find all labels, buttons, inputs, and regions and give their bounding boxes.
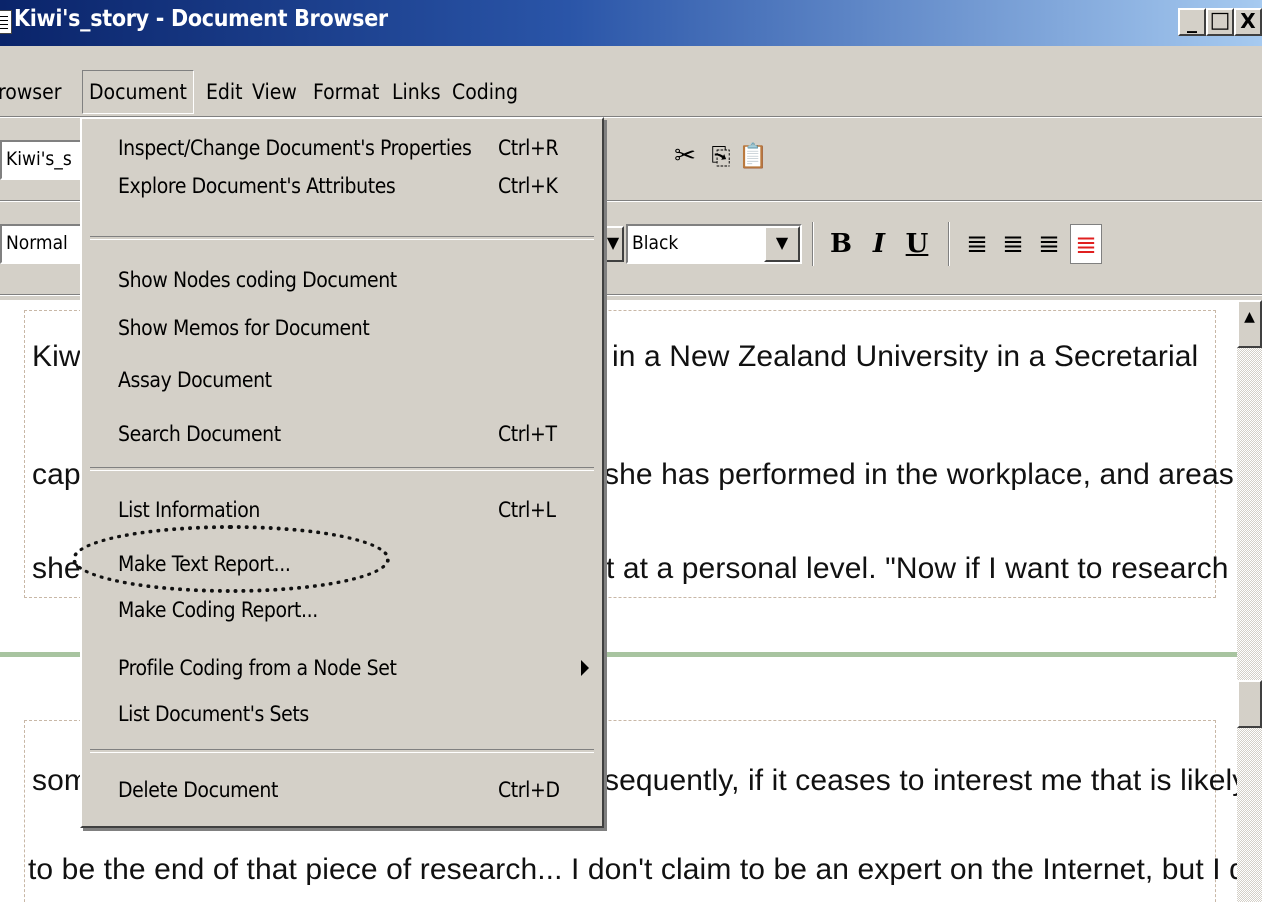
menu-item-label: Explore Document's Attributes: [118, 174, 396, 198]
vertical-scrollbar[interactable]: ▲: [1237, 300, 1262, 902]
menu-item-shortcut: Ctrl+K: [498, 174, 558, 198]
menu-item-shortcut: Ctrl+R: [498, 136, 559, 160]
paste-icon[interactable]: 📋: [738, 136, 768, 176]
minimize-button[interactable]: _: [1178, 8, 1206, 36]
toolbar-separator-2: [948, 222, 950, 266]
text-line: she has performed in the workplace, and …: [604, 458, 1234, 491]
menu-item-shortcut: Ctrl+T: [498, 422, 557, 446]
menu-item-label: Assay Document: [118, 368, 272, 392]
underline-button[interactable]: U: [902, 224, 932, 264]
title-bar[interactable]: Kiwi's_story - Document Browser _ □ X: [0, 0, 1262, 46]
close-button[interactable]: X: [1234, 8, 1262, 36]
menu-coding[interactable]: Coding: [452, 70, 518, 114]
menu-edit[interactable]: Edit: [206, 70, 243, 114]
menu-format[interactable]: Format: [313, 70, 379, 114]
align-center-icon[interactable]: ≣: [998, 224, 1028, 264]
menu-item-shortcut: Ctrl+L: [498, 498, 556, 522]
menu-item-shortcut: Ctrl+D: [498, 778, 560, 802]
menu-separator: [90, 467, 594, 471]
align-left-icon[interactable]: ≣: [962, 224, 992, 264]
menu-item-label: Show Memos for Document: [118, 316, 370, 340]
text-line: t at a personal level. "Now if I want to…: [606, 552, 1229, 585]
menu-view[interactable]: View: [252, 70, 297, 114]
menu-item-label: Delete Document: [118, 778, 278, 802]
scroll-up-icon[interactable]: ▲: [1237, 300, 1262, 348]
menu-item-profile-coding[interactable]: Profile Coding from a Node Set: [118, 651, 589, 685]
font-combo-arrow[interactable]: ▼: [602, 226, 624, 262]
menu-item-list-sets[interactable]: List Document's Sets: [118, 697, 588, 731]
menu-document[interactable]: Document: [82, 70, 194, 114]
menu-item-label: Profile Coding from a Node Set: [118, 656, 397, 680]
menu-item-label: Search Document: [118, 422, 281, 446]
menu-item-show-memos[interactable]: Show Memos for Document: [118, 311, 588, 345]
italic-button[interactable]: I: [864, 224, 894, 264]
text-line: sequently, if it ceases to interest me t…: [604, 764, 1237, 797]
highlight-ellipse: [72, 525, 390, 593]
text-line: to be the end of that piece of research.…: [28, 853, 1237, 886]
scrollbar-thumb[interactable]: [1237, 680, 1262, 728]
document-menu: Inspect/Change Document's Properties Ctrl…: [80, 117, 604, 828]
document-combo[interactable]: Kiwi's_s: [0, 140, 82, 180]
menu-item-label: Show Nodes coding Document: [118, 268, 397, 292]
justify-icon[interactable]: ≣: [1070, 224, 1102, 264]
align-right-icon[interactable]: ≣: [1034, 224, 1064, 264]
copy-icon[interactable]: ⎘: [706, 136, 736, 176]
menu-item-label: List Information: [118, 498, 260, 522]
menu-item-label: Make Coding Report...: [118, 598, 318, 622]
menu-separator: [90, 236, 594, 240]
submenu-arrow-icon: [581, 660, 589, 676]
menu-item-show-nodes[interactable]: Show Nodes coding Document: [118, 263, 588, 297]
menu-item-list-information[interactable]: List Information Ctrl+L: [118, 493, 588, 527]
menu-item-label: List Document's Sets: [118, 702, 309, 726]
text-line: in a New Zealand University in a Secreta…: [612, 340, 1199, 373]
color-combo-arrow[interactable]: ▼: [764, 226, 800, 262]
menu-bar: rowser Document Edit View Format Links C…: [0, 70, 1262, 114]
menu-links[interactable]: Links: [392, 70, 441, 114]
window-title: Kiwi's_story - Document Browser: [14, 6, 388, 32]
toolbar-separator: [812, 222, 814, 266]
menu-item-search-document[interactable]: Search Document Ctrl+T: [118, 417, 588, 451]
menu-item-explore-attributes[interactable]: Explore Document's Attributes Ctrl+K: [118, 169, 588, 203]
bold-button[interactable]: B: [826, 224, 856, 264]
menu-item-make-coding-report[interactable]: Make Coding Report...: [118, 593, 588, 627]
menu-item-label: Inspect/Change Document's Properties: [118, 136, 472, 160]
menu-browser[interactable]: rowser: [0, 70, 62, 114]
style-combo[interactable]: Normal: [0, 224, 82, 264]
menu-item-assay-document[interactable]: Assay Document: [118, 363, 588, 397]
menu-item-delete-document[interactable]: Delete Document Ctrl+D: [118, 773, 588, 807]
cut-icon[interactable]: ✂: [670, 136, 700, 176]
menu-item-inspect-properties[interactable]: Inspect/Change Document's Properties Ctrl…: [118, 131, 588, 165]
document-icon: [0, 10, 12, 34]
menu-separator: [90, 749, 594, 753]
maximize-button[interactable]: □: [1206, 8, 1234, 36]
